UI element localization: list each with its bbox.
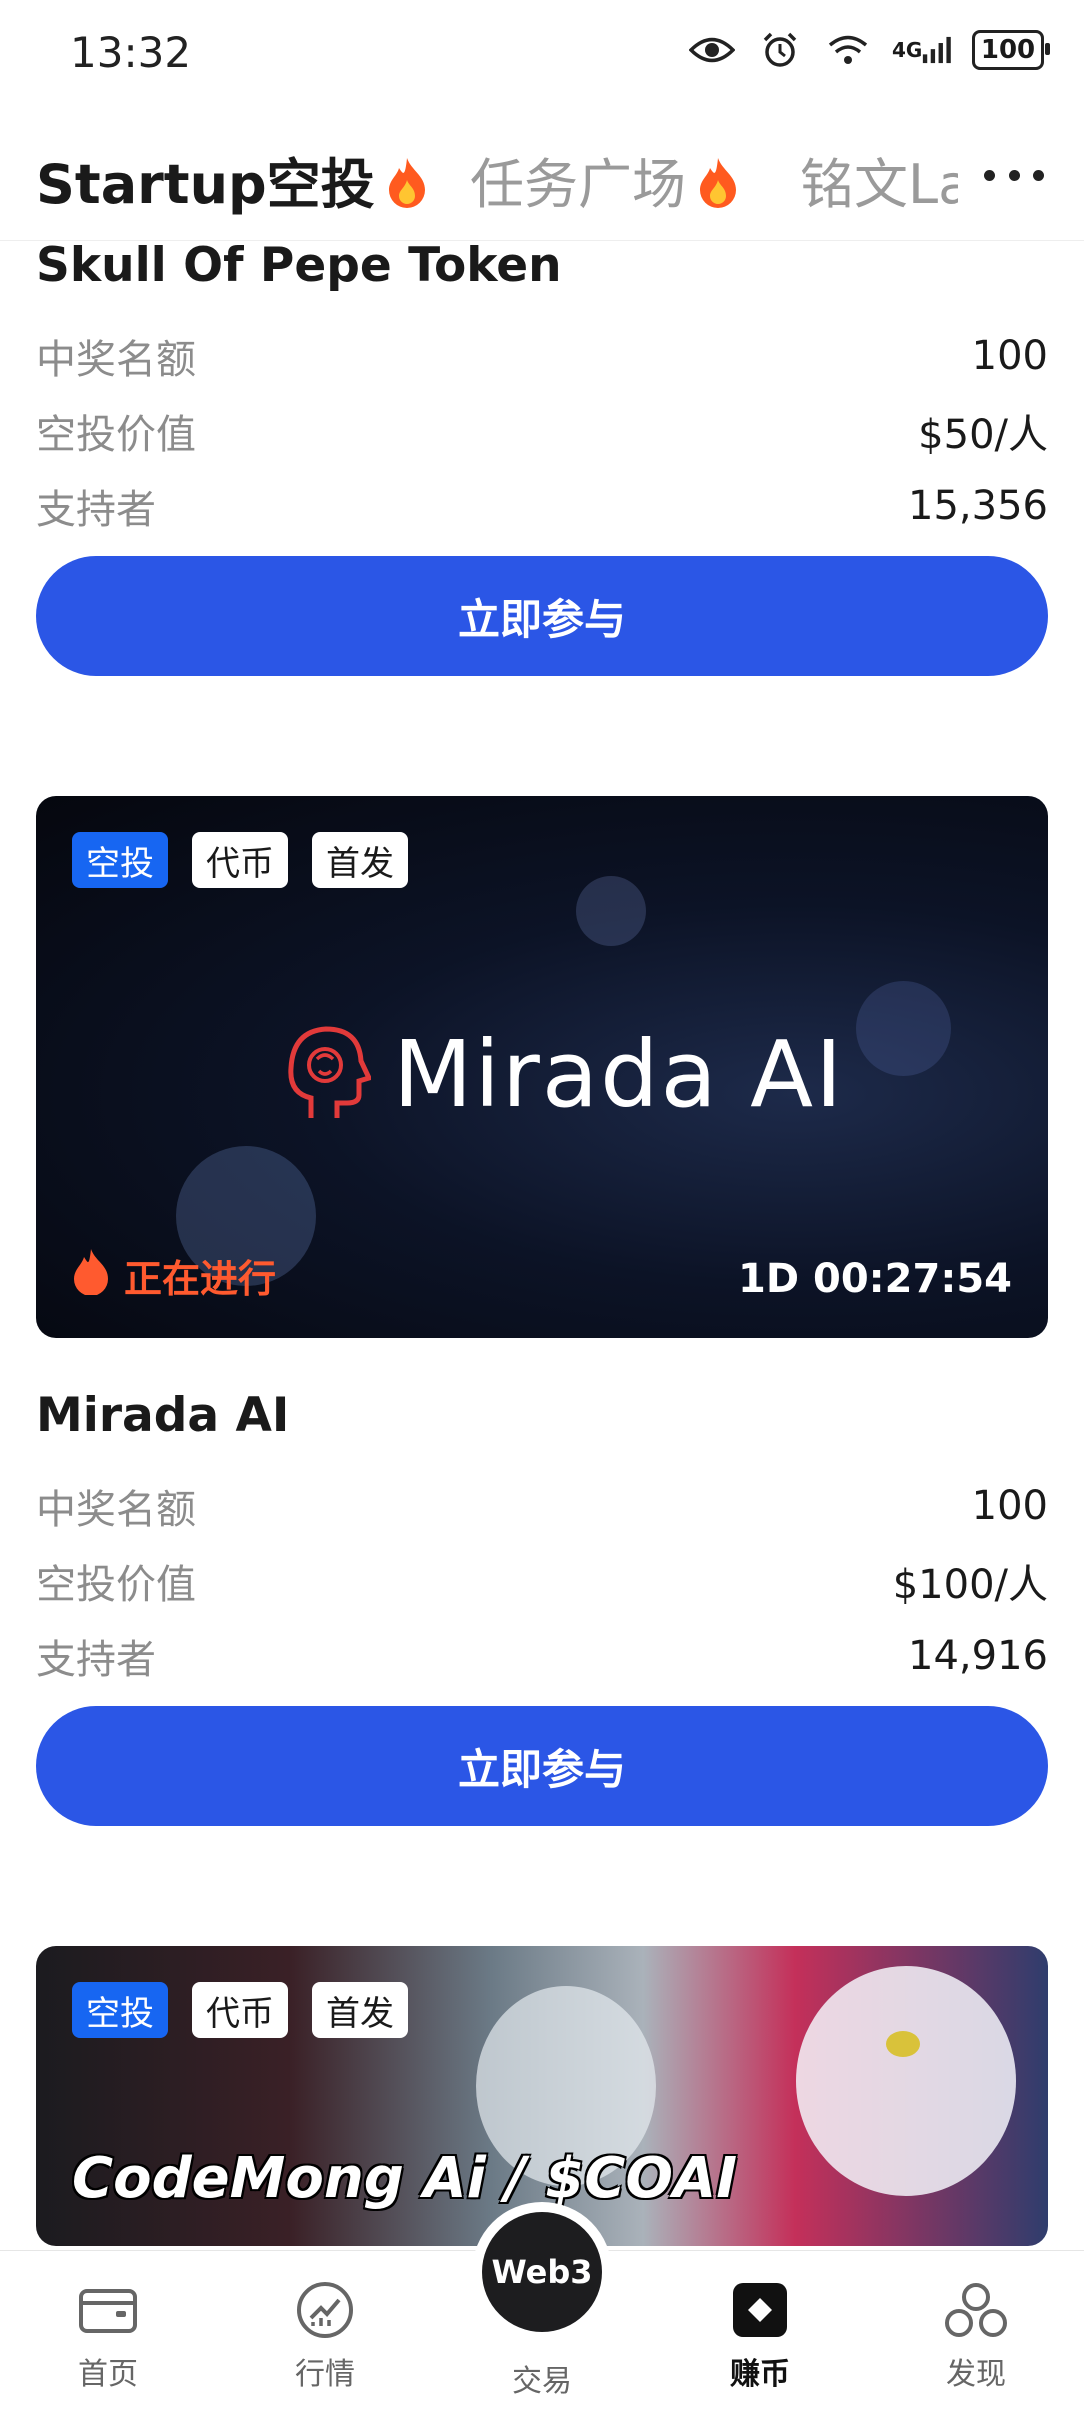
decor-shape bbox=[796, 1966, 1016, 2196]
fire-icon bbox=[696, 156, 740, 221]
tab-task-plaza[interactable]: 任务广场 bbox=[470, 140, 740, 221]
tag-airdrop: 空投 bbox=[72, 1982, 168, 2038]
winners-label: 中奖名额 bbox=[36, 1487, 196, 1533]
nav-label: 首页 bbox=[78, 2357, 138, 2392]
winners-row: 中奖名额 100 bbox=[36, 326, 1048, 386]
nav-earn[interactable]: 赚币 bbox=[680, 2279, 840, 2393]
airdrop-value-label: 空投价值 bbox=[36, 1562, 196, 1608]
nav-discover[interactable]: 发现 bbox=[896, 2279, 1056, 2393]
top-tab-bar: Startup空投 任务广场 铭文La bbox=[0, 120, 1084, 241]
status-time: 13:32 bbox=[70, 28, 192, 77]
status-bar: 13:32 4G 100 bbox=[0, 0, 1084, 110]
winners-label: 中奖名额 bbox=[36, 337, 196, 383]
web3-trade-button[interactable]: Web3 bbox=[482, 2212, 602, 2332]
decor-orb bbox=[576, 876, 646, 946]
airdrop-value: $100/人 bbox=[892, 1562, 1048, 1608]
winners-value: 100 bbox=[971, 1483, 1048, 1529]
nav-home[interactable]: 首页 bbox=[28, 2279, 188, 2393]
wifi-icon bbox=[824, 30, 872, 70]
tab-label: Startup空投 bbox=[36, 153, 375, 216]
fire-icon bbox=[385, 156, 429, 221]
supporters-label: 支持者 bbox=[36, 1637, 156, 1683]
network-type: 4G bbox=[892, 38, 923, 62]
decor-eye bbox=[886, 2031, 920, 2057]
codemong-banner[interactable]: 空投 代币 首发 CodeMong Ai / $COAI bbox=[36, 1946, 1048, 2246]
nav-label-trade[interactable]: 交易 bbox=[482, 2356, 602, 2400]
discover-icon bbox=[945, 2279, 1007, 2341]
winners-value: 100 bbox=[971, 333, 1048, 379]
nav-label: 行情 bbox=[295, 2357, 355, 2392]
earn-diamond-icon bbox=[729, 2279, 791, 2341]
supporters-value: 15,356 bbox=[908, 483, 1048, 529]
decor-orb bbox=[856, 981, 951, 1076]
wallet-icon bbox=[77, 2279, 139, 2341]
tab-startup-airdrop[interactable]: Startup空投 bbox=[36, 140, 429, 221]
join-now-button[interactable]: 立即参与 bbox=[36, 556, 1048, 676]
more-options-icon[interactable] bbox=[984, 160, 1044, 190]
card-title: Mirada AI bbox=[36, 1388, 290, 1443]
countdown-timer: 1D 00:27:54 bbox=[738, 1256, 1012, 1302]
nav-label: 赚币 bbox=[730, 2357, 790, 2392]
mirada-banner[interactable]: 空投 代币 首发 Mirada AI 正在进行 1D 00:27:54 bbox=[36, 796, 1048, 1338]
banner-brand-text: Mirada AI bbox=[393, 1021, 845, 1128]
live-status: 正在进行 bbox=[72, 1247, 276, 1304]
tag-token: 代币 bbox=[192, 1982, 288, 2038]
tag-list: 空投 代币 首发 bbox=[72, 1982, 408, 2038]
signal-icon: 4G bbox=[892, 30, 952, 70]
airdrop-value-row: 空投价值 $50/人 bbox=[36, 401, 1048, 461]
airdrop-value-label: 空投价值 bbox=[36, 412, 196, 458]
supporters-label: 支持者 bbox=[36, 487, 156, 533]
tag-list: 空投 代币 首发 bbox=[72, 832, 408, 888]
airdrop-value-row: 空投价值 $100/人 bbox=[36, 1551, 1048, 1611]
market-chart-icon bbox=[294, 2279, 356, 2341]
status-icons: 4G 100 bbox=[688, 30, 1050, 70]
nav-market[interactable]: 行情 bbox=[245, 2279, 405, 2393]
tag-first-launch: 首发 bbox=[312, 832, 408, 888]
airdrop-value: $50/人 bbox=[918, 412, 1048, 458]
flame-icon bbox=[72, 1247, 110, 1304]
tab-label: 任务广场 bbox=[470, 153, 686, 216]
alarm-icon bbox=[756, 30, 804, 70]
tag-airdrop: 空投 bbox=[72, 832, 168, 888]
supporters-row: 支持者 14,916 bbox=[36, 1626, 1048, 1686]
battery-icon: 100 bbox=[972, 30, 1050, 70]
join-now-button[interactable]: 立即参与 bbox=[36, 1706, 1048, 1826]
eye-icon bbox=[688, 30, 736, 70]
tag-first-launch: 首发 bbox=[312, 1982, 408, 2038]
live-status-text: 正在进行 bbox=[124, 1257, 277, 1301]
tag-token: 代币 bbox=[192, 832, 288, 888]
nav-label: 发现 bbox=[946, 2357, 1006, 2392]
mirada-logo-icon bbox=[281, 1023, 373, 1127]
winners-row: 中奖名额 100 bbox=[36, 1476, 1048, 1536]
mirada-brand: Mirada AI bbox=[281, 1021, 844, 1128]
supporters-value: 14,916 bbox=[908, 1633, 1048, 1679]
card-title: Skull Of Pepe Token bbox=[36, 238, 562, 293]
supporters-row: 支持者 15,356 bbox=[36, 476, 1048, 536]
tab-inscription[interactable]: 铭文La bbox=[800, 140, 958, 219]
banner-title: CodeMong Ai / $COAI bbox=[72, 2146, 738, 2211]
